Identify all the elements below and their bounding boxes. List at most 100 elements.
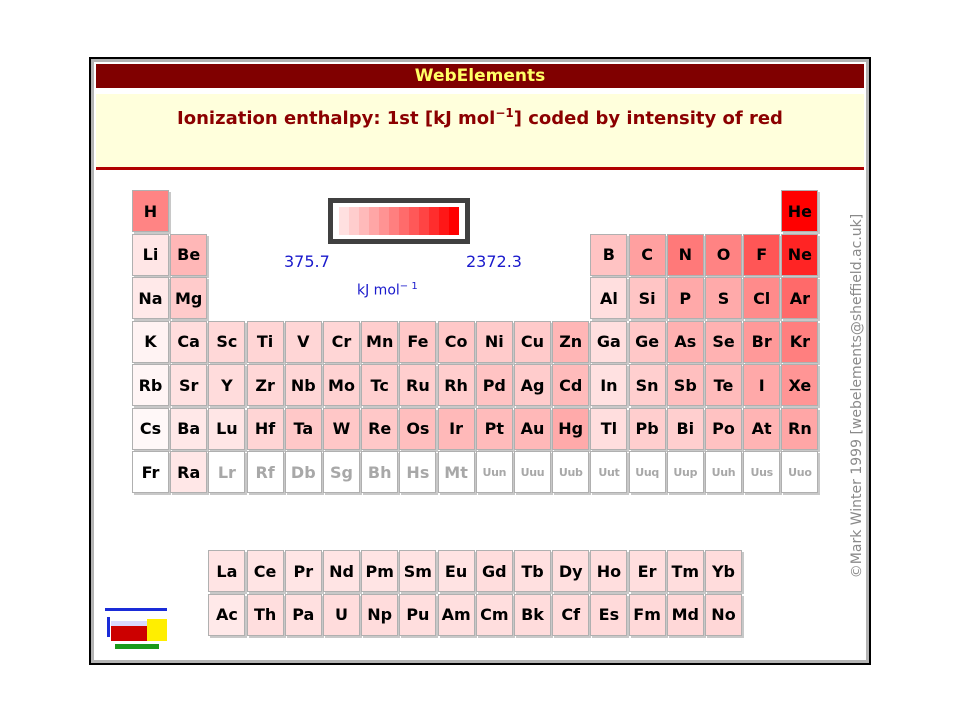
- element-cell-fe[interactable]: Fe: [399, 320, 437, 363]
- element-cell-p[interactable]: P: [666, 277, 704, 319]
- element-cell-i[interactable]: I: [743, 364, 781, 406]
- element-cell-lu[interactable]: Lu: [208, 407, 246, 450]
- element-cell-rh[interactable]: Rh: [437, 364, 475, 406]
- element-cell-uus[interactable]: Uus: [743, 451, 781, 493]
- element-cell-at[interactable]: At: [743, 407, 781, 450]
- element-cell-tb[interactable]: Tb: [514, 550, 551, 592]
- element-cell-sn[interactable]: Sn: [628, 364, 666, 406]
- element-cell-as[interactable]: As: [666, 320, 704, 363]
- element-cell-he[interactable]: He: [781, 190, 819, 232]
- element-cell-pb[interactable]: Pb: [628, 407, 666, 450]
- element-cell-f[interactable]: F: [743, 233, 781, 276]
- element-cell-os[interactable]: Os: [399, 407, 437, 450]
- element-cell-re[interactable]: Re: [361, 407, 399, 450]
- element-cell-sc[interactable]: Sc: [208, 320, 246, 363]
- element-cell-mn[interactable]: Mn: [361, 320, 399, 363]
- element-cell-hf[interactable]: Hf: [246, 407, 284, 450]
- element-cell-c[interactable]: C: [628, 233, 666, 276]
- element-cell-ir[interactable]: Ir: [437, 407, 475, 450]
- element-cell-v[interactable]: V: [284, 320, 322, 363]
- element-cell-kr[interactable]: Kr: [781, 320, 819, 363]
- element-cell-s[interactable]: S: [705, 277, 742, 319]
- element-cell-la[interactable]: La: [208, 550, 246, 592]
- element-cell-w[interactable]: W: [323, 407, 360, 450]
- element-cell-md[interactable]: Md: [666, 593, 704, 636]
- element-cell-hs[interactable]: Hs: [399, 451, 437, 493]
- element-cell-br[interactable]: Br: [743, 320, 781, 363]
- element-cell-zn[interactable]: Zn: [552, 320, 590, 363]
- element-cell-uuq[interactable]: Uuq: [628, 451, 666, 493]
- element-cell-mg[interactable]: Mg: [170, 277, 208, 319]
- element-cell-rb[interactable]: Rb: [132, 364, 169, 406]
- element-cell-pt[interactable]: Pt: [475, 407, 513, 450]
- element-cell-al[interactable]: Al: [590, 277, 628, 319]
- element-cell-tl[interactable]: Tl: [590, 407, 628, 450]
- element-cell-in[interactable]: In: [590, 364, 628, 406]
- element-cell-zr[interactable]: Zr: [246, 364, 284, 406]
- element-cell-ne[interactable]: Ne: [781, 233, 819, 276]
- element-cell-uuo[interactable]: Uuo: [781, 451, 819, 493]
- element-cell-th[interactable]: Th: [246, 593, 284, 636]
- element-cell-k[interactable]: K: [132, 320, 169, 363]
- element-cell-cf[interactable]: Cf: [552, 593, 590, 636]
- element-cell-sb[interactable]: Sb: [666, 364, 704, 406]
- element-cell-h[interactable]: H: [132, 190, 169, 232]
- element-cell-rf[interactable]: Rf: [246, 451, 284, 493]
- element-cell-ge[interactable]: Ge: [628, 320, 666, 363]
- element-cell-b[interactable]: B: [590, 233, 628, 276]
- element-cell-rn[interactable]: Rn: [781, 407, 819, 450]
- element-cell-ba[interactable]: Ba: [170, 407, 208, 450]
- element-cell-fm[interactable]: Fm: [628, 593, 666, 636]
- element-cell-pu[interactable]: Pu: [399, 593, 437, 636]
- element-cell-hg[interactable]: Hg: [552, 407, 590, 450]
- element-cell-dy[interactable]: Dy: [552, 550, 590, 592]
- element-cell-uup[interactable]: Uup: [666, 451, 704, 493]
- element-cell-tc[interactable]: Tc: [361, 364, 399, 406]
- element-cell-sr[interactable]: Sr: [170, 364, 208, 406]
- element-cell-se[interactable]: Se: [705, 320, 742, 363]
- element-cell-mt[interactable]: Mt: [437, 451, 475, 493]
- element-cell-cd[interactable]: Cd: [552, 364, 590, 406]
- element-cell-sg[interactable]: Sg: [323, 451, 360, 493]
- element-cell-ca[interactable]: Ca: [170, 320, 208, 363]
- element-cell-be[interactable]: Be: [170, 233, 208, 276]
- element-cell-ra[interactable]: Ra: [170, 451, 208, 493]
- element-cell-cu[interactable]: Cu: [514, 320, 551, 363]
- element-cell-nd[interactable]: Nd: [323, 550, 360, 592]
- element-cell-tm[interactable]: Tm: [666, 550, 704, 592]
- element-cell-cm[interactable]: Cm: [475, 593, 513, 636]
- element-cell-uuu[interactable]: Uuu: [514, 451, 551, 493]
- element-cell-ru[interactable]: Ru: [399, 364, 437, 406]
- element-cell-np[interactable]: Np: [361, 593, 399, 636]
- element-cell-si[interactable]: Si: [628, 277, 666, 319]
- element-cell-pd[interactable]: Pd: [475, 364, 513, 406]
- element-cell-gd[interactable]: Gd: [475, 550, 513, 592]
- element-cell-db[interactable]: Db: [284, 451, 322, 493]
- element-cell-es[interactable]: Es: [590, 593, 628, 636]
- element-cell-uub[interactable]: Uub: [552, 451, 590, 493]
- element-cell-cl[interactable]: Cl: [743, 277, 781, 319]
- element-cell-xe[interactable]: Xe: [781, 364, 819, 406]
- element-cell-ar[interactable]: Ar: [781, 277, 819, 319]
- element-cell-pa[interactable]: Pa: [284, 593, 322, 636]
- element-cell-am[interactable]: Am: [437, 593, 475, 636]
- element-cell-o[interactable]: O: [705, 233, 742, 276]
- element-cell-ta[interactable]: Ta: [284, 407, 322, 450]
- element-cell-uut[interactable]: Uut: [590, 451, 628, 493]
- element-cell-po[interactable]: Po: [705, 407, 742, 450]
- element-cell-lr[interactable]: Lr: [208, 451, 246, 493]
- element-cell-bh[interactable]: Bh: [361, 451, 399, 493]
- element-cell-pr[interactable]: Pr: [284, 550, 322, 592]
- element-cell-uuh[interactable]: Uuh: [705, 451, 742, 493]
- element-cell-uun[interactable]: Uun: [475, 451, 513, 493]
- element-cell-te[interactable]: Te: [705, 364, 742, 406]
- element-cell-cs[interactable]: Cs: [132, 407, 169, 450]
- element-cell-yb[interactable]: Yb: [705, 550, 742, 592]
- element-cell-bk[interactable]: Bk: [514, 593, 551, 636]
- element-cell-n[interactable]: N: [666, 233, 704, 276]
- element-cell-co[interactable]: Co: [437, 320, 475, 363]
- periodic-table-mini-icon[interactable]: [105, 605, 169, 651]
- element-cell-au[interactable]: Au: [514, 407, 551, 450]
- element-cell-er[interactable]: Er: [628, 550, 666, 592]
- element-cell-ag[interactable]: Ag: [514, 364, 551, 406]
